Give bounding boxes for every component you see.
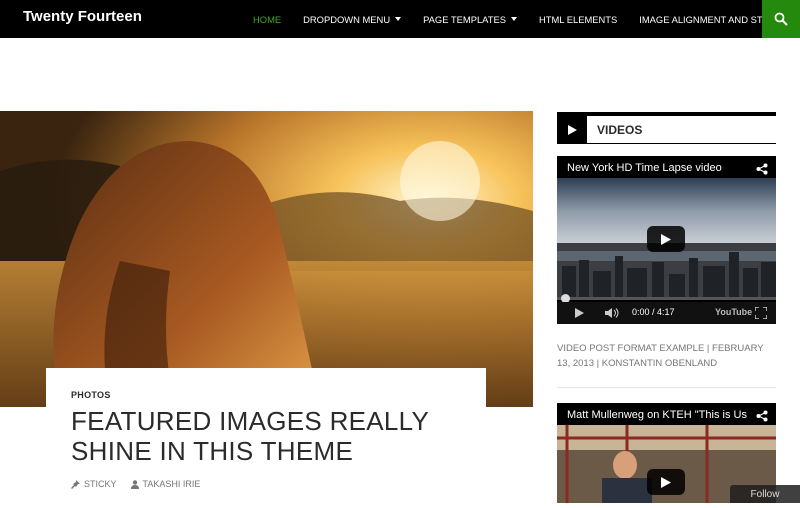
nav-label: PAGE TEMPLATES [423, 13, 506, 25]
video-format-icon [557, 116, 587, 143]
post-meta: STICKY TAKASHI IRIE [71, 479, 200, 489]
post-entry-header: PHOTOS FEATURED IMAGES REALLY SHINE IN T… [46, 368, 486, 508]
pin-icon [71, 479, 80, 489]
search-icon [774, 12, 788, 26]
nav-label: HTML ELEMENTS [538, 13, 618, 25]
primary-nav: HOME DROPDOWN MENU PAGE TEMPLATES HTML E… [242, 0, 798, 38]
volume-icon[interactable] [605, 308, 621, 318]
chevron-down-icon [395, 17, 402, 21]
masthead: Twenty Fourteen HOME DROPDOWN MENU PAGE … [0, 0, 800, 38]
video-title[interactable]: New York HD Time Lapse video [567, 162, 722, 174]
nav-item-dropdown-menu[interactable]: DROPDOWN MENU [292, 14, 412, 25]
post-title[interactable]: FEATURED IMAGES REALLY SHINE IN THIS THE… [71, 406, 471, 466]
author-label: TAKASHI IRIE [142, 479, 201, 489]
sticky-badge: STICKY [71, 479, 117, 489]
nav-item-page-templates[interactable]: PAGE TEMPLATES [412, 14, 528, 25]
play-icon[interactable] [575, 308, 584, 318]
search-toggle-button[interactable] [762, 0, 800, 38]
share-icon[interactable] [756, 162, 768, 180]
sticky-label: STICKY [84, 479, 117, 489]
video-progress-bar[interactable] [557, 294, 776, 303]
video-controls: 0:00 / 4:17 YouTube [557, 302, 776, 324]
post-category-link[interactable]: PHOTOS [71, 390, 111, 400]
video-time: 0:00 / 4:17 [632, 307, 675, 317]
share-icon[interactable] [756, 409, 768, 427]
fullscreen-icon[interactable] [755, 307, 767, 319]
play-icon [661, 476, 671, 488]
nav-item-home[interactable]: HOME [242, 14, 292, 25]
divider [557, 387, 776, 388]
nav-label: HOME [253, 13, 282, 25]
follow-button[interactable]: Follow [730, 485, 800, 503]
user-icon [130, 479, 139, 489]
youtube-logo[interactable]: YouTube [715, 307, 752, 317]
nav-label: DROPDOWN MENU [303, 13, 391, 25]
videos-widget-title[interactable]: VIDEOS [557, 112, 776, 144]
play-button[interactable] [647, 226, 685, 252]
video-title[interactable]: Matt Mullenweg on KTEH "This is Us [567, 409, 747, 421]
play-button[interactable] [647, 469, 685, 495]
nav-item-html-elements[interactable]: HTML ELEMENTS [528, 14, 628, 25]
chevron-down-icon [510, 17, 517, 21]
site-title[interactable]: Twenty Fourteen [23, 8, 142, 25]
video-post-caption[interactable]: VIDEO POST FORMAT EXAMPLE | FEBRUARY 13,… [557, 341, 776, 371]
play-icon [661, 233, 671, 245]
widget-title-label: VIDEOS [597, 123, 643, 137]
video-player[interactable]: New York HD Time Lapse video 0:00 / 4:17… [557, 156, 776, 324]
post-author[interactable]: TAKASHI IRIE [130, 479, 201, 489]
featured-image[interactable] [0, 111, 533, 407]
